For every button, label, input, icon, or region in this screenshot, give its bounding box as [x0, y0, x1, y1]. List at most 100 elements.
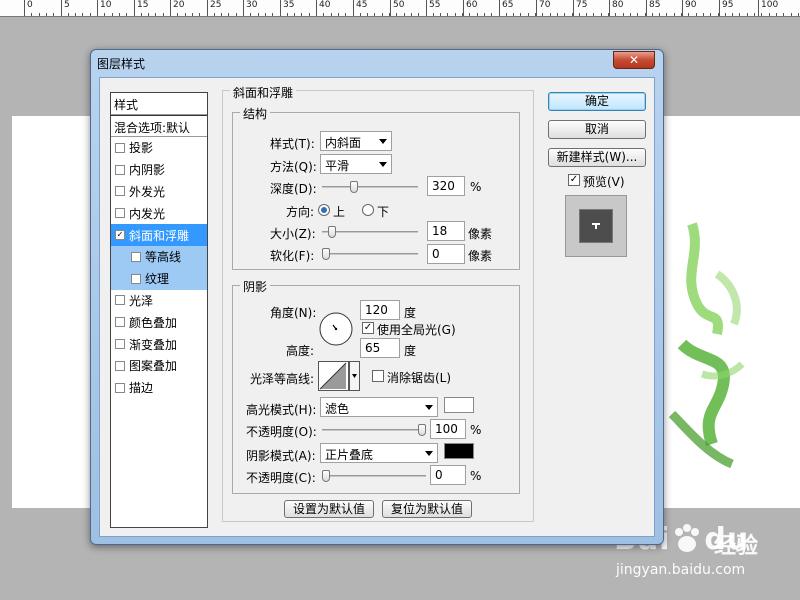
- style-item[interactable]: 光泽: [111, 290, 207, 312]
- style-item[interactable]: 等高线: [111, 245, 207, 268]
- new-style-button[interactable]: 新建样式(W)...: [548, 148, 646, 167]
- ruler-number: 60: [466, 0, 478, 10]
- soften-slider-thumb[interactable]: [322, 248, 330, 260]
- preview-label: 预览(V): [583, 175, 625, 189]
- size-slider[interactable]: [322, 225, 418, 239]
- ruler-tick: [155, 13, 157, 16]
- ruler-tick: [374, 13, 376, 16]
- soften-slider[interactable]: [322, 247, 418, 261]
- ruler-number: 70: [539, 0, 551, 10]
- blending-options-item[interactable]: 混合选项:默认: [111, 115, 207, 137]
- style-item-checkbox[interactable]: [115, 186, 125, 197]
- highlight-opacity-thumb[interactable]: [418, 424, 426, 436]
- ruler-number: 95: [722, 0, 734, 10]
- highlight-opacity-input[interactable]: 100: [430, 419, 466, 439]
- direction-up-radio[interactable]: [318, 204, 330, 216]
- depth-slider-thumb[interactable]: [350, 181, 359, 193]
- highlight-mode-select[interactable]: 滤色: [320, 397, 438, 417]
- preview-checkbox[interactable]: ✓: [568, 174, 580, 186]
- gloss-contour-picker[interactable]: [318, 361, 360, 391]
- chevron-down-icon: [425, 405, 433, 410]
- soften-label: 软化(F):: [270, 249, 315, 263]
- altitude-input[interactable]: 65: [360, 338, 400, 358]
- style-item[interactable]: 投影: [111, 137, 207, 159]
- style-item[interactable]: 描边: [111, 377, 207, 399]
- ruler-tick: [754, 13, 755, 16]
- ruler-tick: [673, 13, 675, 16]
- style-item-checkbox[interactable]: [115, 360, 125, 371]
- highlight-opacity-slider[interactable]: [322, 423, 426, 437]
- watermark-url: jingyan.baidu.com: [616, 562, 746, 578]
- style-item-checkbox[interactable]: [131, 273, 141, 284]
- style-item[interactable]: 外发光: [111, 181, 207, 203]
- make-default-button[interactable]: 设置为默认值: [284, 500, 374, 518]
- ruler-tick: [688, 13, 690, 16]
- dialog-titlebar[interactable]: 图层样式 ✕: [91, 50, 663, 76]
- bevel-style-value: 内斜面: [325, 136, 362, 150]
- shadow-opacity-slider[interactable]: [322, 469, 426, 483]
- ruler-major-tick: [24, 0, 25, 16]
- size-slider-thumb[interactable]: [328, 226, 337, 238]
- depth-input[interactable]: 320: [427, 176, 465, 196]
- ruler-tick: [797, 13, 799, 16]
- shadow-opacity-thumb[interactable]: [322, 470, 330, 482]
- style-item-checkbox[interactable]: ✓: [115, 230, 125, 241]
- global-light-checkbox[interactable]: ✓: [362, 322, 374, 334]
- style-item-checkbox[interactable]: [115, 208, 125, 219]
- ruler-tick: [549, 13, 551, 16]
- cancel-button[interactable]: 取消: [548, 120, 646, 139]
- technique-select[interactable]: 平滑: [320, 154, 392, 174]
- style-item-checkbox[interactable]: [131, 251, 141, 262]
- ruler-major-tick: [426, 0, 427, 16]
- shadow-opacity-unit: %: [470, 469, 482, 483]
- ruler-tick: [337, 13, 339, 16]
- style-item[interactable]: 纹理: [111, 267, 207, 290]
- bevel-style-select[interactable]: 内斜面: [320, 131, 392, 151]
- ruler-number: 25: [210, 0, 222, 10]
- style-item[interactable]: 渐变叠加: [111, 333, 207, 355]
- close-button[interactable]: ✕: [613, 51, 655, 69]
- style-item-checkbox[interactable]: [115, 295, 125, 306]
- style-item[interactable]: 内发光: [111, 202, 207, 224]
- ruler-major-tick: [134, 0, 135, 16]
- style-item[interactable]: 内阴影: [111, 159, 207, 181]
- style-item-checkbox[interactable]: [115, 339, 125, 350]
- antialias-checkbox[interactable]: [372, 370, 384, 382]
- ok-button[interactable]: 确定: [548, 92, 646, 111]
- style-item-checkbox[interactable]: [115, 164, 125, 175]
- style-item[interactable]: 颜色叠加: [111, 311, 207, 333]
- style-item-label: 图案叠加: [129, 359, 178, 374]
- shadow-color-swatch[interactable]: [444, 443, 474, 459]
- ruler-tick: [761, 13, 763, 16]
- ruler-number: 65: [502, 0, 514, 10]
- angle-input[interactable]: 120: [360, 300, 400, 320]
- direction-down-radio[interactable]: [362, 204, 374, 216]
- ruler-major-tick: [97, 0, 98, 16]
- ruler-tick: [53, 13, 55, 16]
- style-list: 样式 混合选项:默认 投影 内阴影 外发光 内发光 ✓ 斜面和浮雕 等高线 纹理 光泽 颜色叠加渐…: [110, 92, 208, 528]
- ruler-major-tick: [682, 0, 683, 16]
- style-list-header[interactable]: 样式: [111, 93, 207, 115]
- ruler-tick: [695, 13, 697, 16]
- size-input[interactable]: 18: [427, 221, 465, 241]
- shadow-mode-select[interactable]: 正片叠底: [320, 443, 438, 463]
- ruler-major-tick: [463, 0, 464, 16]
- ruler-tick: [381, 13, 383, 16]
- highlight-color-swatch[interactable]: [444, 397, 474, 413]
- style-item-checkbox[interactable]: [115, 382, 125, 393]
- preview-swatch: [579, 209, 613, 243]
- style-item-label: 描边: [129, 381, 154, 396]
- angle-dial-icon[interactable]: [318, 311, 354, 347]
- style-item[interactable]: 图案叠加: [111, 355, 207, 377]
- paw-logo-icon: [675, 524, 699, 552]
- shadow-opacity-input[interactable]: 0: [430, 465, 466, 485]
- soften-input[interactable]: 0: [427, 244, 465, 264]
- reset-default-button[interactable]: 复位为默认值: [382, 500, 472, 518]
- style-item[interactable]: ✓ 斜面和浮雕: [111, 224, 207, 246]
- depth-slider[interactable]: [322, 180, 418, 194]
- style-item-checkbox[interactable]: [115, 317, 125, 328]
- ruler-major-tick: [573, 0, 574, 16]
- ruler-tick: [140, 13, 142, 16]
- ruler-major-tick: [609, 0, 610, 16]
- style-item-checkbox[interactable]: [115, 142, 125, 153]
